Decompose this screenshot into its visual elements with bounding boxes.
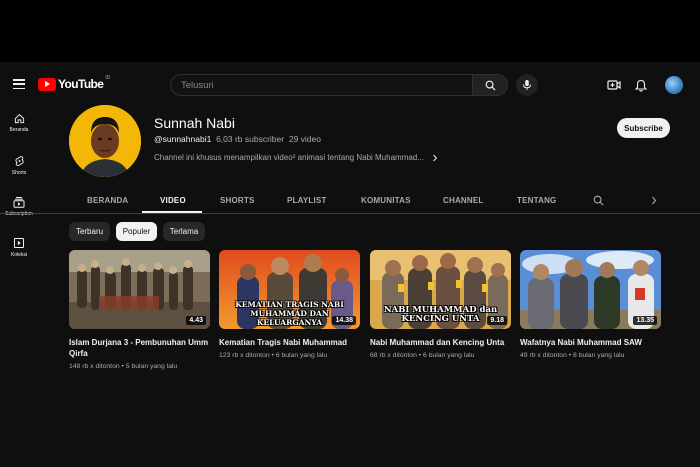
create-video-icon bbox=[607, 80, 621, 90]
shorts-icon bbox=[14, 156, 24, 166]
create-video-button[interactable] bbox=[606, 77, 622, 93]
sidebar-item-beranda[interactable]: Beranda bbox=[0, 113, 38, 133]
video-meta: 123 rb x ditonton • 6 bulan yang lalu bbox=[219, 352, 328, 359]
home-icon bbox=[14, 114, 24, 124]
video-title[interactable]: Islam Durjana 3 - Pembunuhan Umm Qirfa bbox=[69, 337, 210, 359]
sidebar-item-label: Beranda bbox=[9, 127, 29, 133]
tabs-divider bbox=[0, 213, 700, 214]
tab-beranda[interactable]: BERANDA bbox=[87, 196, 128, 205]
video-thumbnail[interactable]: 13.35 bbox=[520, 250, 661, 329]
video-title[interactable]: Kematian Tragis Nabi Muhammad bbox=[219, 337, 360, 348]
video-meta: 148 rb x ditonton • 5 bulan yang lalu bbox=[69, 363, 178, 370]
search-button[interactable] bbox=[472, 74, 508, 96]
sidebar-item-koleksi[interactable]: Koleksi bbox=[0, 237, 38, 258]
video-meta: 49 rb x ditonton • 8 bulan yang lalu bbox=[520, 352, 625, 359]
video-age: 6 bulan yang lalu bbox=[275, 352, 328, 359]
video-thumbnail[interactable]: 4.43 bbox=[69, 250, 210, 329]
subscriptions-icon bbox=[13, 197, 25, 208]
video-thumbnail[interactable]: NABI MUHAMMAD dan KENCING UNTA 9.18 bbox=[370, 250, 511, 329]
tab-tentang[interactable]: TENTANG bbox=[517, 196, 556, 205]
channel-meta: @sunnahnabi1 6,03 rb subscriber 29 video bbox=[154, 134, 321, 144]
search-icon bbox=[593, 195, 603, 205]
channel-search-button[interactable] bbox=[590, 192, 606, 208]
video-views: 148 rb x ditonton bbox=[69, 363, 120, 370]
voice-search-button[interactable] bbox=[516, 74, 538, 96]
channel-handle: @sunnahnabi1 bbox=[154, 134, 212, 144]
video-title[interactable]: Wafatnya Nabi Muhammad SAW bbox=[520, 337, 661, 348]
video-meta: 68 rb x ditonton • 6 bulan yang lalu bbox=[370, 352, 475, 359]
video-duration: 13.35 bbox=[633, 316, 657, 325]
video-card[interactable]: 4.43 Islam Durjana 3 - Pembunuhan Umm Qi… bbox=[69, 250, 210, 370]
bell-icon bbox=[635, 79, 647, 92]
top-band bbox=[0, 0, 700, 62]
video-duration: 14.38 bbox=[332, 316, 356, 325]
video-duration: 4.43 bbox=[186, 316, 206, 325]
sidebar-item-label: Subscription bbox=[5, 211, 33, 217]
youtube-play-icon bbox=[38, 77, 56, 91]
video-views: 123 rb x ditonton bbox=[219, 352, 270, 359]
account-avatar[interactable] bbox=[665, 76, 683, 94]
search-icon bbox=[485, 80, 496, 91]
channel-avatar-portrait bbox=[69, 105, 141, 177]
chevron-right-icon bbox=[433, 154, 438, 161]
tab-komunitas[interactable]: KOMUNITAS bbox=[361, 196, 411, 205]
filter-chip-terlama[interactable]: Terlama bbox=[163, 222, 205, 241]
sidebar-item-shorts[interactable]: Shorts bbox=[0, 155, 38, 176]
search-input[interactable]: Telusuri bbox=[170, 74, 473, 96]
filter-chip-populer[interactable]: Populer bbox=[116, 222, 157, 241]
channel-description[interactable]: Channel ini khusus menampilkan video² an… bbox=[154, 153, 438, 162]
sidebar-item-label: Shorts bbox=[11, 170, 27, 176]
logo-country-code: ID bbox=[105, 75, 111, 81]
channel-description-text: Channel ini khusus menampilkan video² an… bbox=[154, 153, 424, 162]
video-card[interactable]: 13.35 Wafatnya Nabi Muhammad SAW 49 rb x… bbox=[520, 250, 661, 359]
filter-chip-terbaru[interactable]: Terbaru bbox=[69, 222, 110, 241]
tab-playlist[interactable]: PLAYLIST bbox=[287, 196, 327, 205]
tabs-scroll-right-button[interactable] bbox=[646, 192, 662, 208]
chevron-right-icon bbox=[652, 196, 657, 204]
video-card[interactable]: NABI MUHAMMAD dan KENCING UNTA 9.18 Nabi… bbox=[370, 250, 511, 359]
video-duration: 9.18 bbox=[487, 316, 507, 325]
sidebar-item-label: Koleksi bbox=[10, 252, 28, 258]
channel-name: Sunnah Nabi bbox=[154, 115, 235, 131]
logo-text: YouTube bbox=[58, 77, 104, 91]
library-icon bbox=[14, 238, 24, 248]
video-views: 68 rb x ditonton bbox=[370, 352, 417, 359]
subscriber-count: 6,03 rb subscriber bbox=[216, 134, 285, 144]
video-age: 6 bulan yang lalu bbox=[423, 352, 475, 359]
channel-avatar[interactable] bbox=[69, 105, 141, 177]
search-placeholder: Telusuri bbox=[181, 80, 214, 91]
video-thumbnail[interactable]: KEMATIAN TRAGIS NABI MUHAMMAD DAN KELUAR… bbox=[219, 250, 360, 329]
video-views: 49 rb x ditonton bbox=[520, 352, 567, 359]
tab-shorts[interactable]: SHORTS bbox=[220, 196, 255, 205]
video-count: 29 video bbox=[288, 134, 321, 144]
youtube-logo[interactable]: YouTube ID bbox=[38, 75, 111, 91]
video-age: 8 bulan yang lalu bbox=[573, 352, 625, 359]
microphone-icon bbox=[523, 80, 531, 90]
video-card[interactable]: KEMATIAN TRAGIS NABI MUHAMMAD DAN KELUAR… bbox=[219, 250, 360, 359]
menu-icon[interactable] bbox=[13, 79, 25, 90]
tab-video[interactable]: VIDEO bbox=[160, 196, 186, 205]
tab-channel[interactable]: CHANNEL bbox=[443, 196, 484, 205]
notifications-button[interactable] bbox=[633, 77, 649, 93]
video-title[interactable]: Nabi Muhammad dan Kencing Unta bbox=[370, 337, 511, 348]
subscribe-button[interactable]: Subscribe bbox=[617, 118, 670, 138]
video-age: 5 bulan yang lalu bbox=[125, 363, 178, 370]
